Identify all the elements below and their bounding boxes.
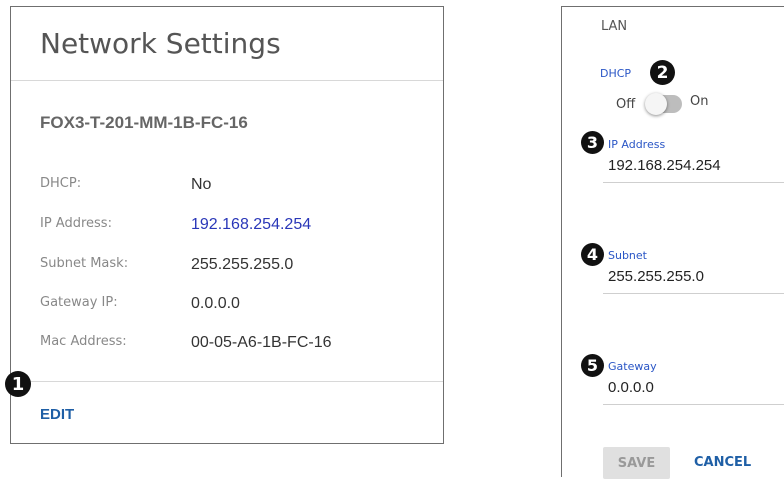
- toggle-off-label: Off: [616, 97, 636, 112]
- subnet-underline: [603, 293, 784, 294]
- gateway-input[interactable]: 0.0.0.0: [608, 379, 654, 396]
- toggle-knob: [645, 93, 667, 115]
- footer-divider: [11, 381, 443, 382]
- save-button[interactable]: SAVE: [603, 447, 670, 479]
- ip-address-label: IP Address:: [40, 216, 112, 231]
- mac-address-value: 00-05-A6-1B-FC-16: [191, 334, 332, 351]
- ip-address-underline: [603, 182, 784, 183]
- dhcp-field-label: DHCP: [600, 67, 632, 80]
- toggle-on-label: On: [690, 94, 709, 109]
- ip-address-value: 192.168.254.254: [191, 216, 312, 233]
- gateway-field-label: Gateway: [608, 360, 657, 373]
- mac-address-label: Mac Address:: [40, 334, 127, 349]
- network-settings-card: Network Settings FOX3-T-201-MM-1B-FC-16 …: [10, 6, 444, 444]
- title-divider: [11, 80, 443, 81]
- ip-address-field-label: IP Address: [608, 138, 666, 151]
- subnet-field-label: Subnet: [608, 249, 647, 262]
- callout-badge-3: 3: [581, 131, 604, 154]
- subnet-input[interactable]: 255.255.255.0: [608, 268, 704, 285]
- callout-badge-2: 2: [650, 60, 675, 85]
- subnet-mask-value: 255.255.255.0: [191, 256, 294, 273]
- dhcp-value: No: [191, 176, 212, 193]
- page-title: Network Settings: [40, 27, 281, 60]
- device-name: FOX3-T-201-MM-1B-FC-16: [40, 113, 248, 132]
- dhcp-label: DHCP:: [40, 176, 82, 191]
- dhcp-toggle[interactable]: [645, 93, 682, 115]
- lan-section-title: LAN: [601, 19, 628, 34]
- gateway-ip-value: 0.0.0.0: [191, 295, 240, 312]
- callout-badge-1: 1: [5, 371, 31, 397]
- ip-address-input[interactable]: 192.168.254.254: [608, 157, 721, 174]
- callout-badge-5: 5: [581, 354, 604, 377]
- gateway-underline: [603, 404, 784, 405]
- edit-button[interactable]: EDIT: [40, 406, 74, 423]
- gateway-ip-label: Gateway IP:: [40, 295, 118, 310]
- cancel-button[interactable]: CANCEL: [694, 455, 751, 470]
- callout-badge-4: 4: [581, 243, 604, 266]
- subnet-mask-label: Subnet Mask:: [40, 256, 129, 271]
